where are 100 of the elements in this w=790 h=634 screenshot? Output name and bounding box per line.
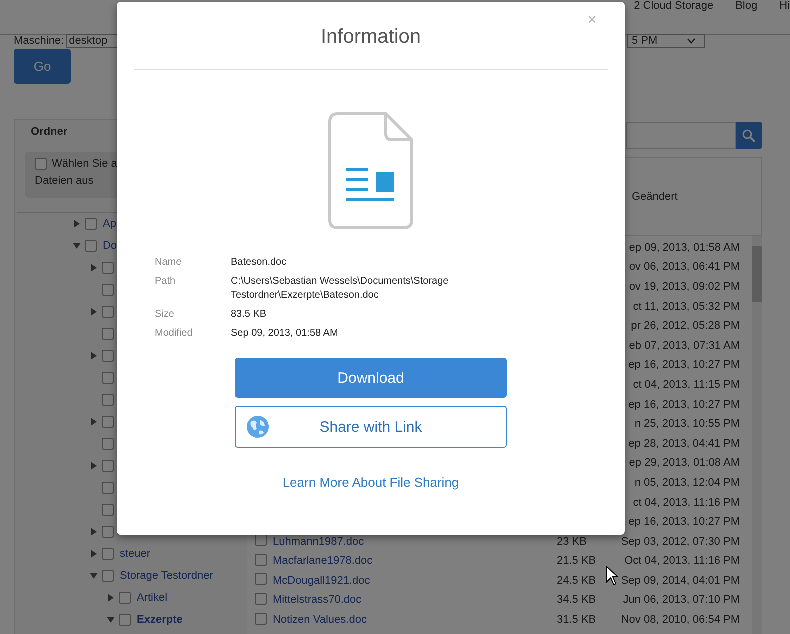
search-icon xyxy=(742,128,756,142)
checkbox[interactable] xyxy=(85,218,97,230)
document-icon xyxy=(328,112,414,230)
checkbox[interactable] xyxy=(102,262,114,274)
folder-label[interactable]: Ap xyxy=(103,218,116,230)
file-name-link[interactable]: Macfarlane1978.doc xyxy=(273,555,373,568)
folder-label[interactable]: Exzerpte xyxy=(137,614,183,626)
right-triangle-icon[interactable] xyxy=(90,418,98,426)
file-size: 21.5 KB xyxy=(557,555,596,568)
globe-icon xyxy=(246,415,270,439)
checkbox[interactable] xyxy=(255,554,267,566)
file-date: ep 09, 2013, 01:58 AM xyxy=(629,242,740,254)
down-triangle-icon[interactable] xyxy=(90,572,98,580)
info-label: Name xyxy=(155,256,183,270)
close-button[interactable]: × xyxy=(588,12,597,30)
info-label: Size xyxy=(155,308,176,322)
nav-link[interactable]: 2 Cloud Storage xyxy=(634,0,714,12)
mouse-pointer-icon xyxy=(606,566,620,586)
checkbox[interactable] xyxy=(102,284,114,296)
checkbox[interactable] xyxy=(102,328,114,340)
checkbox[interactable] xyxy=(102,438,114,450)
down-triangle-icon[interactable] xyxy=(73,242,81,250)
file-size: 24.5 KB xyxy=(557,574,596,587)
right-triangle-icon[interactable] xyxy=(107,594,115,602)
checkbox[interactable] xyxy=(102,570,114,582)
file-date: ct 04, 2013, 11:15 PM xyxy=(633,378,740,391)
file-date: pr 26, 2012, 05:28 PM xyxy=(631,320,740,332)
down-triangle-icon[interactable] xyxy=(107,616,115,624)
right-triangle-icon[interactable] xyxy=(90,462,98,470)
file-date: Nov 08, 2010, 06:54 PM xyxy=(621,614,740,626)
checkbox[interactable] xyxy=(102,394,114,406)
file-date: ep 28, 2013, 04:41 PM xyxy=(628,438,740,450)
checkbox[interactable] xyxy=(255,534,267,546)
right-triangle-icon[interactable] xyxy=(90,352,98,360)
right-triangle-icon[interactable] xyxy=(90,550,98,558)
select-all-label: Dateien aus xyxy=(35,175,94,187)
info-value: C:\Users\Sebastian Wessels\Documents\Storage Testordner\Exzerpte\Bateson.doc xyxy=(231,275,450,303)
right-triangle-icon[interactable] xyxy=(73,220,81,228)
checkbox[interactable] xyxy=(102,416,114,428)
file-size: 23 KB xyxy=(557,536,587,548)
checkbox[interactable] xyxy=(102,350,114,362)
search-field[interactable] xyxy=(626,122,736,149)
nav-link[interactable]: Hi xyxy=(780,0,790,12)
search-button[interactable] xyxy=(736,122,762,149)
right-triangle-icon[interactable] xyxy=(90,264,98,272)
machine-label: Maschine: xyxy=(14,35,64,47)
file-name-link[interactable]: Notizen Values.doc xyxy=(273,614,367,626)
file-date: ep 29, 2013, 01:08 AM xyxy=(629,457,740,470)
file-date: Jun 06, 2013, 07:10 PM xyxy=(623,594,740,606)
checkbox[interactable] xyxy=(255,612,267,625)
file-size: 34.5 KB xyxy=(557,594,596,606)
share-link-button[interactable]: Share with Link xyxy=(235,406,507,448)
column-header[interactable]: Geändert xyxy=(632,190,678,202)
file-date: ov 06, 2013, 06:41 PM xyxy=(629,261,740,274)
file-name-link[interactable]: Luhmann1987.doc xyxy=(273,536,364,548)
nav-link[interactable]: Blog xyxy=(736,0,758,12)
file-name-link[interactable]: Mittelstrass70.doc xyxy=(273,594,362,606)
file-date: ep 16, 2013, 10:27 PM xyxy=(628,516,740,528)
chevron-down-icon xyxy=(687,38,696,44)
checkbox[interactable] xyxy=(102,526,114,538)
info-label: Path xyxy=(155,275,177,289)
download-button[interactable]: Download xyxy=(235,358,507,398)
info-value: 83.5 KB xyxy=(231,308,268,322)
checkbox[interactable] xyxy=(102,460,114,472)
info-value: Sep 09, 2013, 01:58 AM xyxy=(231,327,340,341)
right-triangle-icon[interactable] xyxy=(90,308,98,316)
file-name-link[interactable]: McDougall1921.doc xyxy=(273,574,370,587)
file-date: n 05, 2013, 12:04 PM xyxy=(634,476,740,489)
folder-label[interactable]: Storage Testordner xyxy=(120,570,214,582)
checkbox[interactable] xyxy=(102,548,114,560)
checkbox[interactable] xyxy=(102,504,114,516)
dialog-title: Information xyxy=(320,26,422,49)
checkbox[interactable] xyxy=(85,240,97,252)
file-date: Oct 04, 2013, 11:16 PM xyxy=(624,555,740,568)
go-button[interactable]: Go xyxy=(14,49,71,84)
folder-label[interactable]: Do xyxy=(103,240,118,252)
select-all-label: Wählen Sie a xyxy=(52,158,118,170)
folder-label[interactable]: Artikel xyxy=(137,592,168,604)
right-triangle-icon[interactable] xyxy=(90,528,98,536)
checkbox[interactable] xyxy=(102,306,114,318)
file-date: ov 19, 2013, 09:02 PM xyxy=(629,280,740,293)
info-value: Bateson.doc xyxy=(231,256,288,270)
checkbox[interactable] xyxy=(102,482,114,494)
file-size: 31.5 KB xyxy=(557,614,596,626)
learn-more-link[interactable]: Learn More About File Sharing xyxy=(282,475,460,490)
file-date: Sep 09, 2014, 04:01 PM xyxy=(621,574,740,587)
checkbox[interactable] xyxy=(255,592,267,605)
checkbox[interactable] xyxy=(119,614,131,626)
file-date: eb 07, 2013, 07:31 AM xyxy=(629,340,740,352)
folder-label[interactable]: steuer xyxy=(120,548,151,560)
checkbox[interactable] xyxy=(35,158,47,170)
time-select[interactable]: 5 PM xyxy=(627,34,705,48)
checkbox[interactable] xyxy=(119,592,131,604)
info-label: Modified xyxy=(155,327,194,341)
panel-title: Ordner xyxy=(30,125,69,140)
checkbox[interactable] xyxy=(255,573,267,586)
file-date: ct 11, 2013, 05:32 PM xyxy=(633,300,740,313)
scrollbar[interactable] xyxy=(752,236,762,634)
file-date: ep 16, 2013, 10:27 PM xyxy=(628,398,740,411)
checkbox[interactable] xyxy=(102,372,114,384)
